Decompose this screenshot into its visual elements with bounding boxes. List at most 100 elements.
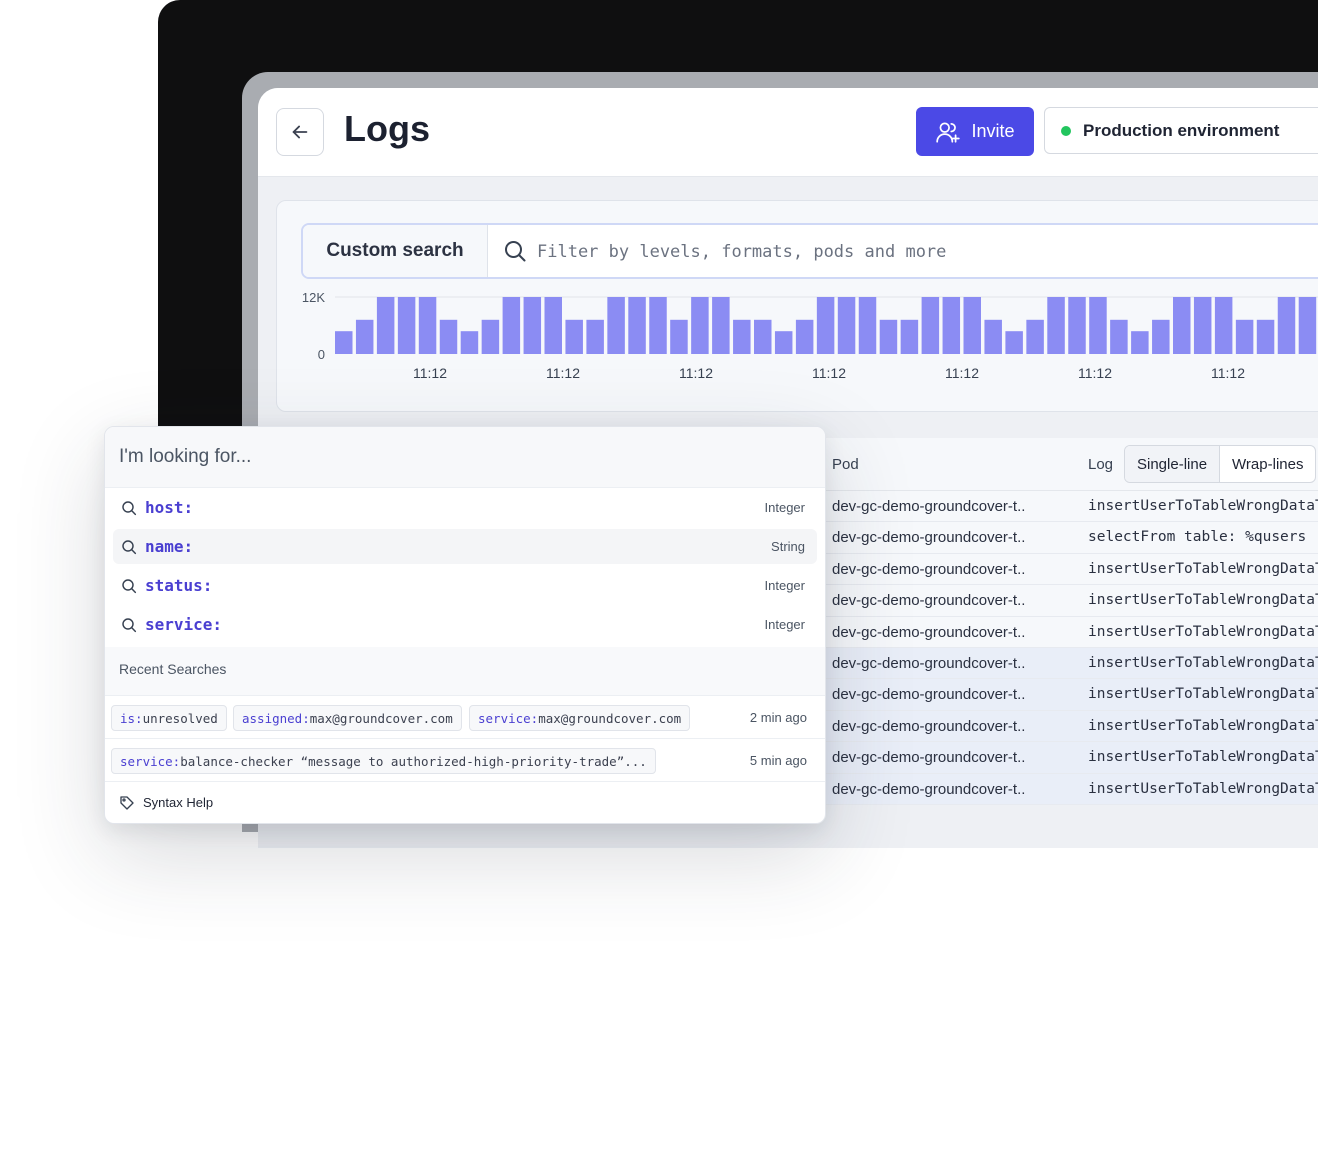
chart-bar[interactable]: [649, 297, 667, 354]
table-row[interactable]: dev-gc-demo-groundcover-t.. insertUserToT…: [814, 710, 1318, 743]
page-title: Logs: [344, 108, 430, 149]
recent-search-row[interactable]: is: unresolved assigned: max@groundcover.co…: [105, 695, 825, 738]
chart-bar[interactable]: [502, 297, 521, 354]
chart-bar[interactable]: [858, 297, 877, 354]
suggestion-key: name:: [145, 537, 194, 556]
page-header: Logs Invite Production environment: [258, 88, 1318, 177]
arrow-left-icon: [292, 125, 308, 139]
query-chip[interactable]: service: max@groundcover.com: [469, 705, 691, 731]
chart-bar[interactable]: [335, 331, 353, 354]
chart-bar[interactable]: [418, 297, 437, 354]
chart-bar[interactable]: [712, 297, 730, 354]
recent-search-row[interactable]: service: balance-checker “message to auth…: [105, 738, 825, 781]
chart-bar[interactable]: [1110, 319, 1128, 354]
chart-bar[interactable]: [355, 319, 374, 354]
table-row[interactable]: dev-gc-demo-groundcover-t.. insertUserToT…: [814, 773, 1318, 805]
table-row[interactable]: dev-gc-demo-groundcover-t.. insertUserToT…: [814, 742, 1318, 774]
suggestion-item[interactable]: host: Integer: [113, 490, 817, 525]
chart-bar[interactable]: [397, 297, 416, 354]
single-line-button[interactable]: Single-line: [1125, 446, 1221, 482]
chart-bar[interactable]: [1068, 297, 1086, 354]
environment-select[interactable]: Production environment: [1044, 107, 1318, 154]
chart-bar[interactable]: [460, 331, 479, 354]
environment-label: Production environment: [1083, 120, 1280, 140]
chart-bar[interactable]: [1298, 297, 1317, 354]
query-input[interactable]: [105, 427, 825, 488]
chart-bar[interactable]: [439, 319, 458, 354]
chart-bar[interactable]: [733, 319, 751, 354]
chart-bar[interactable]: [1235, 319, 1254, 354]
log-cell: insertUserToTableWrongDataT: [1088, 749, 1318, 766]
chip-key: is:: [120, 710, 143, 726]
chart-bar[interactable]: [523, 297, 542, 354]
chart-bar[interactable]: [942, 297, 961, 354]
pod-cell: dev-gc-demo-groundcover-t..: [832, 654, 1026, 672]
table-row[interactable]: dev-gc-demo-groundcover-t.. insertUserToT…: [814, 679, 1318, 711]
invite-button[interactable]: Invite: [916, 107, 1034, 156]
query-chip[interactable]: service: balance-checker “message to auth…: [111, 748, 656, 774]
chart-bar[interactable]: [921, 297, 940, 354]
chart-bar[interactable]: [607, 297, 625, 354]
suggestion-item[interactable]: name: String: [113, 529, 817, 564]
suggestion-item[interactable]: service: Integer: [113, 607, 817, 642]
log-cell: insertUserToTableWrongDataT: [1088, 780, 1318, 797]
chart-bar[interactable]: [900, 319, 919, 354]
chart-bar[interactable]: [795, 319, 814, 354]
chart-bar[interactable]: [837, 297, 856, 354]
chart-bar[interactable]: [628, 297, 646, 354]
chart-bar[interactable]: [1277, 297, 1296, 354]
chart-bar[interactable]: [1152, 319, 1170, 354]
log-cell: insertUserToTableWrongDataT: [1088, 592, 1318, 609]
chart-bar[interactable]: [1173, 297, 1191, 354]
chart-bar[interactable]: [774, 331, 793, 354]
chart-bar[interactable]: [963, 297, 982, 354]
log-cell: insertUserToTableWrongDataT: [1088, 686, 1318, 703]
chart-bar[interactable]: [879, 319, 898, 354]
chart-bar[interactable]: [1026, 319, 1044, 354]
query-chip[interactable]: assigned: max@groundcover.com: [233, 705, 462, 731]
chart-bar[interactable]: [1214, 297, 1233, 354]
wrap-lines-button[interactable]: Wrap-lines: [1220, 446, 1315, 482]
suggestion-item[interactable]: status: Integer: [113, 568, 817, 603]
table-row[interactable]: dev-gc-demo-groundcover-t.. insertUserToT…: [814, 585, 1318, 617]
chart-bar[interactable]: [1131, 331, 1149, 354]
x-tick-label: 11:12: [1211, 365, 1245, 381]
chart-bar[interactable]: [670, 319, 688, 354]
chart-bar[interactable]: [984, 319, 1002, 354]
chart-bar[interactable]: [481, 319, 500, 354]
line-mode-toggle: Single-line Wrap-lines: [1124, 445, 1317, 483]
suggestion-type: String: [771, 539, 805, 554]
chart-bar[interactable]: [376, 297, 395, 354]
chart-bar[interactable]: [1193, 297, 1212, 354]
table-row[interactable]: dev-gc-demo-groundcover-t.. insertUserToT…: [814, 491, 1318, 523]
x-tick-label: 11:12: [945, 365, 979, 381]
chart-bar[interactable]: [754, 319, 772, 354]
chart-bar[interactable]: [544, 297, 563, 354]
chart-bar[interactable]: [586, 319, 604, 354]
custom-search-button[interactable]: Custom search: [303, 225, 488, 277]
search-input[interactable]: [535, 233, 1299, 271]
query-chip[interactable]: is: unresolved: [111, 705, 227, 731]
pod-cell: dev-gc-demo-groundcover-t..: [832, 498, 1026, 515]
chart-bar[interactable]: [1005, 331, 1023, 354]
table-row[interactable]: dev-gc-demo-groundcover-t.. insertUserToT…: [814, 553, 1318, 586]
x-tick-label: 11:12: [546, 365, 580, 381]
chart-bar[interactable]: [816, 297, 835, 354]
table-row[interactable]: dev-gc-demo-groundcover-t.. insertUserToT…: [814, 616, 1318, 648]
chart-bar[interactable]: [691, 297, 709, 354]
syntax-help-link[interactable]: Syntax Help: [105, 781, 825, 823]
column-header-pod: Pod: [832, 456, 859, 473]
back-button[interactable]: [276, 108, 324, 156]
table-row[interactable]: dev-gc-demo-groundcover-t.. insertUserToT…: [814, 647, 1318, 680]
chart-bar[interactable]: [1089, 297, 1107, 354]
search-chart-card: Custom search 12K 0 11:12 11:12 11:12 11:12 11…: [276, 200, 1318, 412]
pod-cell: dev-gc-demo-groundcover-t..: [832, 749, 1026, 767]
chip-key: assigned:: [242, 710, 310, 726]
chart-bar[interactable]: [1047, 297, 1065, 354]
table-row[interactable]: dev-gc-demo-groundcover-t.. selectFrom ta…: [814, 522, 1318, 554]
pod-cell: dev-gc-demo-groundcover-t..: [832, 623, 1026, 641]
search-icon: [121, 578, 137, 599]
chart-bar[interactable]: [1256, 319, 1275, 354]
log-volume-chart: 12K 0 11:12 11:12 11:12 11:12 11:12 11:12 11:12: [302, 291, 1318, 381]
chart-bar[interactable]: [565, 319, 583, 354]
